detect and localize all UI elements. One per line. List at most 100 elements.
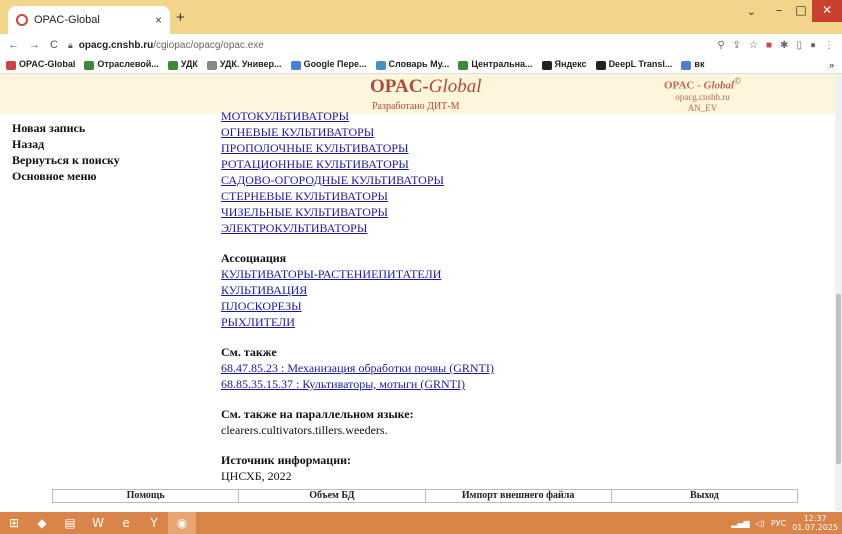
bookmark-favicon-icon: [681, 60, 692, 70]
url-path: /cgiopac/opacg/opac.exe: [153, 39, 264, 51]
bookmark-item[interactable]: вк: [681, 59, 704, 70]
network-icon[interactable]: ▂▄▆: [731, 519, 749, 528]
help-button[interactable]: Помощь: [52, 489, 239, 503]
volume-icon[interactable]: ◁): [756, 519, 765, 528]
language-indicator[interactable]: РУС: [771, 519, 786, 528]
term-link[interactable]: ЧИЗЕЛЬНЫЕ КУЛЬТИВАТОРЫ: [221, 204, 494, 220]
file-explorer-icon[interactable]: ▤: [56, 512, 84, 534]
association-link[interactable]: ПЛОСКОРЕЗЫ: [221, 298, 494, 314]
see-also-heading: См. также: [221, 345, 277, 359]
association-link[interactable]: КУЛЬТИВАТОРЫ-РАСТЕНИЕПИТАТЕЛИ: [221, 266, 494, 282]
start-icon[interactable]: ⊞: [0, 512, 28, 534]
maximize-button[interactable]: □: [790, 0, 812, 22]
bookmark-item[interactable]: УДК. Универ...: [206, 59, 282, 70]
bookmark-item[interactable]: Словарь Му...: [375, 59, 449, 70]
close-window-button[interactable]: ✕: [812, 0, 842, 22]
bookmark-item[interactable]: OPAC-Global: [6, 59, 76, 70]
page-content: OPAC-Global Разработано ДИТ-М OPAC - Glo…: [0, 74, 835, 511]
sidebar-item-return-to-search[interactable]: Вернуться к поиску: [12, 152, 120, 168]
see-also-link[interactable]: 68.85.35.15.37 : Культиваторы, мотыги (G…: [221, 376, 494, 392]
tab-close-button[interactable]: ×: [155, 13, 162, 27]
bookmark-item[interactable]: Центральна...: [458, 59, 533, 70]
association-link[interactable]: РЫХЛИТЕЛИ: [221, 314, 494, 330]
association-heading: Ассоциация: [221, 251, 287, 265]
url-host: opacg.cnshb.ru: [78, 39, 154, 51]
bookmarks-overflow-icon[interactable]: »: [829, 60, 842, 70]
chrome-icon[interactable]: ◉: [168, 512, 196, 534]
association-link[interactable]: КУЛЬТИВАЦИЯ: [221, 282, 494, 298]
minimize-button[interactable]: –: [768, 0, 790, 22]
bookmark-favicon-icon: [375, 60, 386, 70]
opac-favicon-icon: [16, 14, 28, 26]
record-content: МОТОКУЛЬТИВАТОРЫ ОГНЕВЫЕ КУЛЬТИВАТОРЫ ПР…: [221, 108, 494, 484]
bookmark-label: УДК. Универ...: [219, 59, 282, 70]
yandex-icon[interactable]: Y: [140, 512, 168, 534]
opac-secondary-logo: OPAC - Global© opacg.cnshb.ru AN_EV: [664, 76, 741, 113]
import-file-button[interactable]: Импорт внешнего файла: [424, 489, 611, 503]
term-link[interactable]: ПРОПОЛОЧНЫЕ КУЛЬТИВАТОРЫ: [221, 140, 494, 156]
clock[interactable]: 12:37 01.07.2025: [792, 514, 838, 532]
browser-tab[interactable]: OPAC-Global ×: [8, 6, 170, 34]
address-bar: ← → C 🔒︎ opacg.cnshb.ru/cgiopac/opacg/op…: [0, 34, 842, 56]
share-icon[interactable]: ⇪: [733, 40, 741, 51]
edge-icon[interactable]: e: [112, 512, 140, 534]
browser-window: OPAC-Global × + ⌄ – □ ✕ ← → C 🔒︎ opacg.c…: [0, 0, 842, 534]
bookmark-label: Google Пере...: [303, 59, 367, 70]
term-link[interactable]: САДОВО-ОГОРОДНЫЕ КУЛЬТИВАТОРЫ: [221, 172, 494, 188]
new-tab-button[interactable]: +: [176, 9, 185, 26]
url-field[interactable]: 🔒︎ opacg.cnshb.ru/cgiopac/opacg/opac.exe: [68, 40, 264, 51]
bookmark-item[interactable]: Яндекс: [541, 59, 587, 70]
bookmark-label: OPAC-Global: [19, 59, 76, 70]
bookmark-favicon-icon: [206, 60, 217, 70]
taskbar-app-icon[interactable]: ◆: [28, 512, 56, 534]
term-link[interactable]: ЭЛЕКТРОКУЛЬТИВАТОРЫ: [221, 220, 494, 236]
bookmark-star-icon[interactable]: ☆: [749, 40, 758, 51]
term-link[interactable]: МОТОКУЛЬТИВАТОРЫ: [221, 108, 494, 124]
extension-icon[interactable]: ■: [766, 40, 772, 51]
bookmark-item[interactable]: DeepL Transl...: [595, 59, 672, 70]
db-size-button[interactable]: Объем БД: [238, 489, 425, 503]
bookmark-favicon-icon: [84, 60, 95, 70]
word-icon[interactable]: W: [84, 512, 112, 534]
bookmark-favicon-icon: [6, 60, 16, 70]
sidebar-menu: Новая запись Назад Вернуться к поиску Ос…: [12, 120, 120, 184]
sidebar-item-new-record[interactable]: Новая запись: [12, 120, 120, 136]
bookmark-favicon-icon: [541, 60, 552, 70]
profile-icon[interactable]: ●: [810, 40, 816, 51]
forward-icon[interactable]: →: [29, 39, 40, 51]
bookmark-favicon-icon: [290, 60, 301, 70]
back-icon[interactable]: ←: [8, 39, 19, 51]
tab-strip: OPAC-Global × + ⌄ – □ ✕: [0, 0, 842, 34]
association-list: КУЛЬТИВАТОРЫ-РАСТЕНИЕПИТАТЕЛИ КУЛЬТИВАЦИ…: [221, 266, 494, 330]
bookmark-label: Центральна...: [471, 59, 533, 70]
bottom-menu: Помощь Объем БД Импорт внешнего файла Вы…: [52, 489, 798, 503]
sidepanel-icon[interactable]: ▯: [796, 40, 802, 51]
bookmark-item[interactable]: Отраслевой...: [84, 59, 159, 70]
bookmark-item[interactable]: УДК: [167, 59, 198, 70]
see-also-link[interactable]: 68.47.85.23 : Механизация обработки почв…: [221, 360, 494, 376]
bookmark-item[interactable]: Google Пере...: [290, 59, 367, 70]
term-link[interactable]: ОГНЕВЫЕ КУЛЬТИВАТОРЫ: [221, 124, 494, 140]
bookmarks-bar: OPAC-Global Отраслевой... УДК УДК. Универ..…: [0, 56, 842, 74]
bookmark-favicon-icon: [167, 60, 178, 70]
system-tray: ▂▄▆ ◁) РУС 12:37 01.07.2025: [731, 514, 842, 532]
taskbar: ⊞ ◆ ▤ W e Y ◉ ▂▄▆ ◁) РУС 12:37 01.07.2025: [0, 512, 842, 534]
menu-icon[interactable]: ⋮: [824, 40, 834, 51]
reload-icon[interactable]: C: [50, 39, 58, 51]
parallel-language-heading: См. также на параллельном языке:: [221, 407, 414, 421]
puzzle-icon[interactable]: ✱: [780, 40, 788, 51]
source-heading: Источник информации:: [221, 453, 352, 467]
sidebar-item-main-menu[interactable]: Основное меню: [12, 168, 120, 184]
page-scrollbar[interactable]: [835, 74, 842, 511]
zoom-icon[interactable]: ⚲: [717, 40, 724, 51]
sidebar-item-back[interactable]: Назад: [12, 136, 120, 152]
exit-button[interactable]: Выход: [610, 489, 798, 503]
lock-icon: 🔒︎: [67, 39, 73, 50]
bookmark-favicon-icon: [458, 60, 469, 70]
bookmark-label: УДК: [180, 59, 198, 70]
tab-search-chevron-icon[interactable]: ⌄: [747, 5, 756, 18]
parallel-language-value: clearers.cultivators.tillers.weeders.: [221, 423, 388, 437]
term-link[interactable]: РОТАЦИОННЫЕ КУЛЬТИВАТОРЫ: [221, 156, 494, 172]
term-link[interactable]: СТЕРНЕВЫЕ КУЛЬТИВАТОРЫ: [221, 188, 494, 204]
scrollbar-thumb[interactable]: [836, 294, 841, 464]
